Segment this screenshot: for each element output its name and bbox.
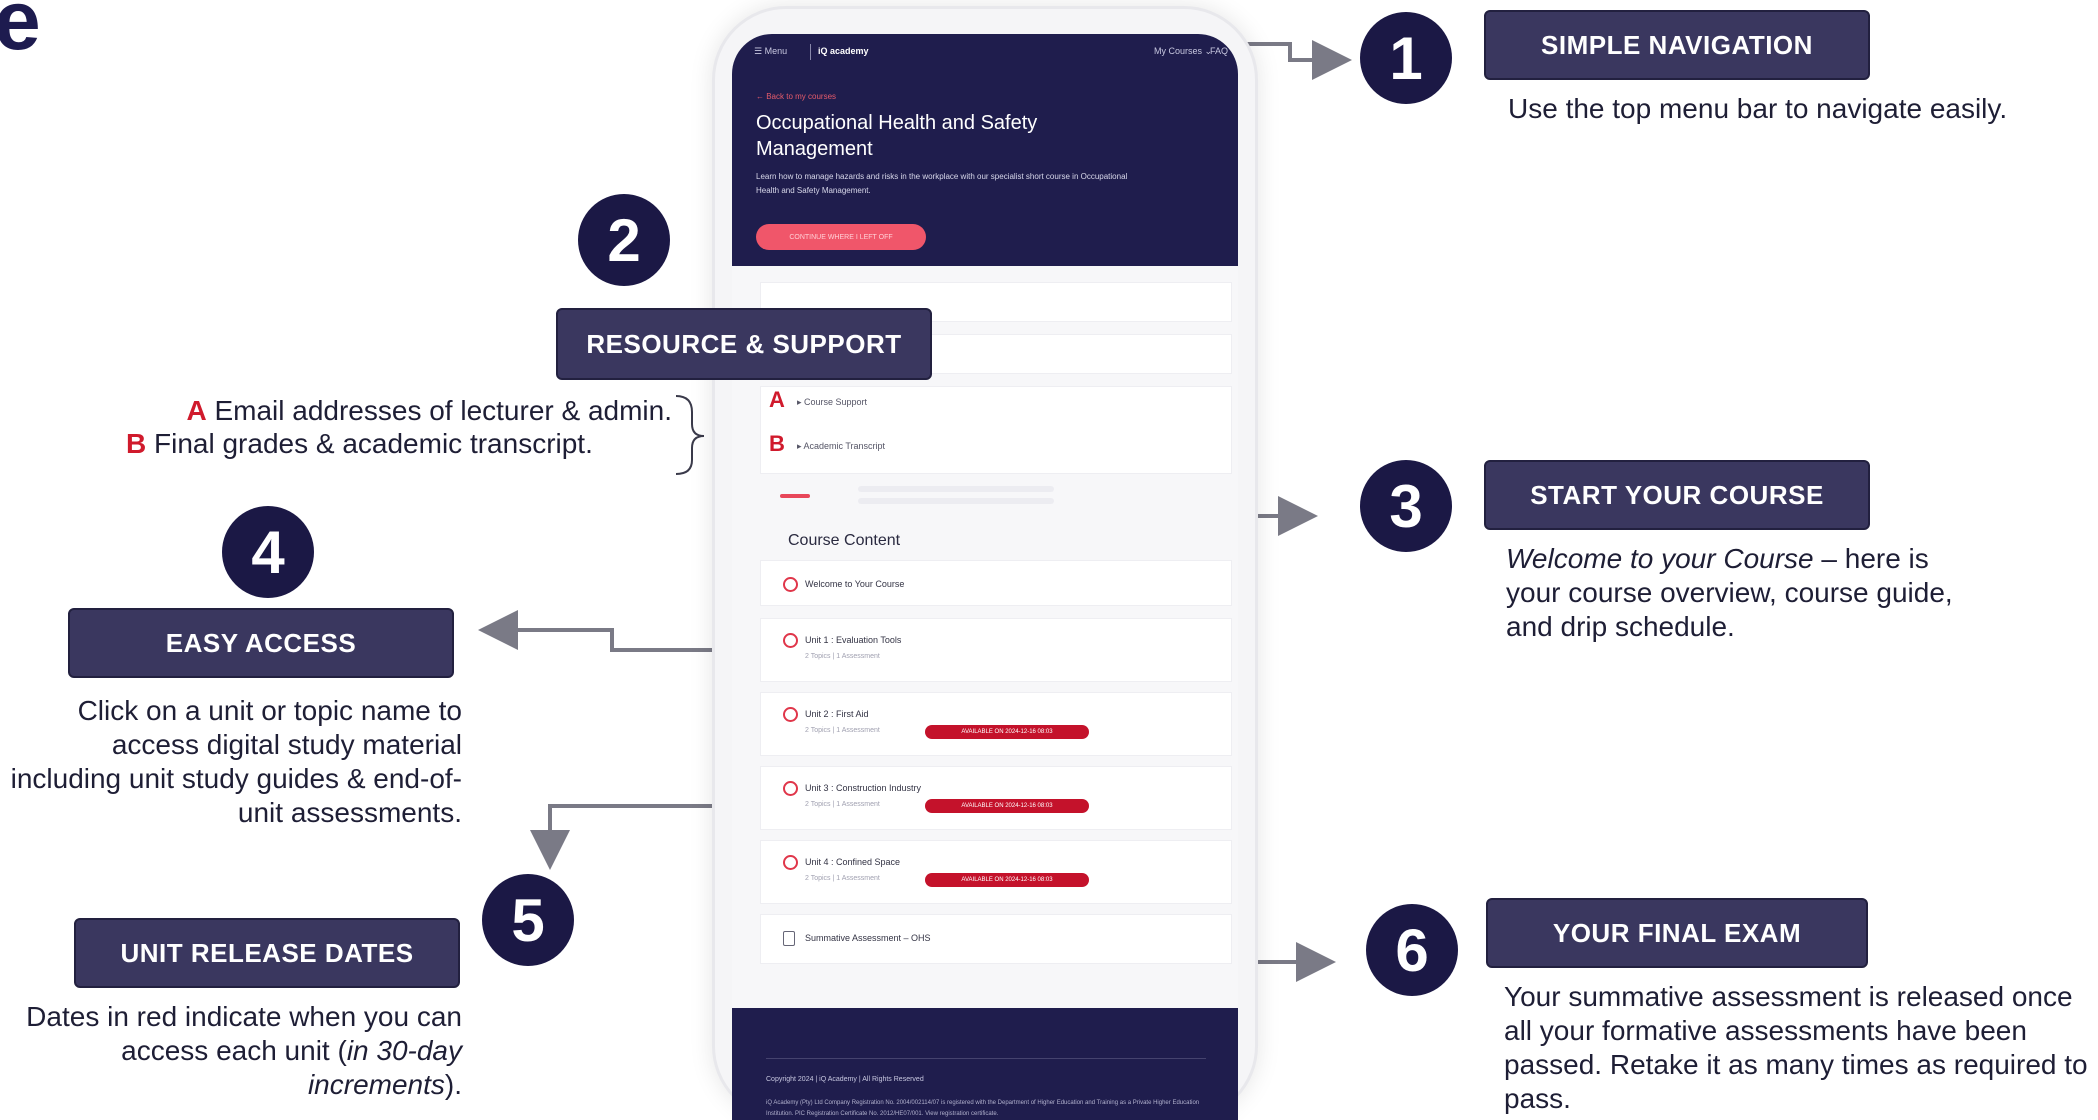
footer-registration: iQ Academy (Pty) Ltd Company Registratio… (766, 1100, 1200, 1117)
resource-support-list: A Email addresses of lecturer & admin. B… (100, 394, 672, 460)
continue-button[interactable]: CONTINUE WHERE I LEFT OFF (756, 224, 926, 250)
resource-item-b-text: Final grades & academic transcript. (154, 428, 593, 459)
start-course-text-italic: Welcome to your Course (1506, 543, 1814, 574)
unit-row[interactable]: Unit 2 : First Aid 2 Topics | 1 Assessme… (760, 692, 1232, 756)
phone-screen: ☰ Menu iQ academy My Courses ⌄ FAQ ← Bac… (732, 34, 1238, 1120)
unit-row[interactable]: Unit 1 : Evaluation Tools 2 Topics | 1 A… (760, 618, 1232, 682)
step-2-badge: 2 (578, 194, 670, 286)
unit-meta: 2 Topics | 1 Assessment (805, 653, 880, 660)
summative-assessment-item[interactable]: Summative Assessment – OHS (760, 914, 1232, 964)
step-3-badge: 3 (1360, 460, 1452, 552)
course-content-heading: Course Content (788, 532, 901, 549)
cropped-heading-letter: e (0, 0, 41, 67)
release-date-badge: AVAILABLE ON 2024-12-16 08:03 (925, 873, 1089, 887)
release-date-badge: AVAILABLE ON 2024-12-16 08:03 (925, 725, 1089, 739)
release-date-badge: AVAILABLE ON 2024-12-16 08:03 (925, 799, 1089, 813)
unit-meta: 2 Topics | 1 Assessment (805, 727, 880, 734)
resource-item-b: B Final grades & academic transcript. (100, 427, 672, 460)
unit-row[interactable]: Unit 3 : Construction Industry 2 Topics … (760, 766, 1232, 830)
footer-copyright: Copyright 2024 | iQ Academy | All Rights… (766, 1076, 924, 1083)
simple-navigation-label: SIMPLE NAVIGATION (1484, 10, 1870, 80)
course-hero: ☰ Menu iQ academy My Courses ⌄ FAQ ← Bac… (732, 34, 1238, 266)
unit-title[interactable]: Unit 4 : Confined Space (805, 857, 900, 867)
resources-card: A ▸ Course Support B ▸ Academic Transcri… (760, 386, 1232, 474)
unit-row[interactable]: Unit 4 : Confined Space 2 Topics | 1 Ass… (760, 840, 1232, 904)
marker-b-text: B (126, 428, 147, 459)
unit-meta: 2 Topics | 1 Assessment (805, 801, 880, 808)
status-circle-icon (783, 855, 798, 870)
course-support-link[interactable]: ▸ Course Support (797, 397, 867, 408)
start-course-text: Welcome to your Course – here is your co… (1506, 542, 1976, 644)
brace-ab (675, 395, 705, 475)
marker-a: A (769, 387, 785, 412)
resource-item-a: A Email addresses of lecturer & admin. (100, 394, 672, 427)
my-courses-dropdown[interactable]: My Courses ⌄ (1154, 46, 1212, 57)
topbar-divider (810, 44, 811, 60)
marker-b: B (769, 431, 785, 456)
course-title: Occupational Health and Safety Managemen… (756, 112, 1038, 160)
progress-indicator (780, 494, 810, 498)
back-to-courses-link[interactable]: ← Back to my courses (756, 92, 836, 101)
step-6-badge: 6 (1366, 904, 1458, 996)
start-course-label: START YOUR COURSE (1484, 460, 1870, 530)
final-exam-label: YOUR FINAL EXAM (1486, 898, 1868, 968)
menu-button[interactable]: ☰ Menu (754, 46, 787, 57)
connector-4 (478, 610, 740, 652)
unit-release-dates-label: UNIT RELEASE DATES (74, 918, 460, 988)
easy-access-label: EASY ACCESS (68, 608, 454, 678)
status-circle-icon (783, 577, 798, 592)
marker-a-text: A (186, 395, 207, 426)
unit-title[interactable]: Unit 2 : First Aid (805, 709, 869, 719)
easy-access-text: Click on a unit or topic name to access … (10, 695, 462, 828)
brand-logo[interactable]: iQ academy (818, 46, 869, 56)
unit-release-dates-text: Dates in red indicate when you can acces… (6, 1000, 462, 1102)
page-footer: Copyright 2024 | iQ Academy | All Rights… (732, 1008, 1238, 1120)
academic-transcript-link[interactable]: ▸ Academic Transcript (797, 441, 885, 452)
connector-1 (1240, 40, 1352, 80)
status-circle-icon (783, 781, 798, 796)
simple-navigation-text: Use the top menu bar to navigate easily. (1508, 93, 2008, 124)
resource-support-label: RESOURCE & SUPPORT (556, 308, 932, 380)
final-exam-text: Your summative assessment is released on… (1504, 981, 2088, 1114)
welcome-item-label[interactable]: Welcome to Your Course (805, 579, 904, 589)
placeholder-bar (858, 486, 1054, 492)
document-icon (783, 931, 795, 946)
faq-link[interactable]: FAQ (1210, 46, 1228, 56)
welcome-item[interactable]: Welcome to Your Course (760, 560, 1232, 606)
step-4-badge: 4 (222, 506, 314, 598)
summative-assessment-label[interactable]: Summative Assessment – OHS (805, 933, 931, 943)
status-circle-icon (783, 707, 798, 722)
unit-title[interactable]: Unit 3 : Construction Industry (805, 783, 921, 793)
resource-item-a-text: Email addresses of lecturer & admin. (214, 395, 672, 426)
unit-meta: 2 Topics | 1 Assessment (805, 875, 880, 882)
unit-title[interactable]: Unit 1 : Evaluation Tools (805, 635, 901, 645)
course-description: Learn how to manage hazards and risks in… (756, 172, 1128, 195)
top-menu-bar: ☰ Menu iQ academy My Courses ⌄ FAQ (754, 44, 1228, 66)
footer-divider (766, 1058, 1206, 1059)
unit-release-dates-text-end: ). (444, 1069, 462, 1100)
step-1-badge: 1 (1360, 12, 1452, 104)
placeholder-bar (858, 498, 1054, 504)
step-5-badge: 5 (482, 874, 574, 966)
status-circle-icon (783, 633, 798, 648)
